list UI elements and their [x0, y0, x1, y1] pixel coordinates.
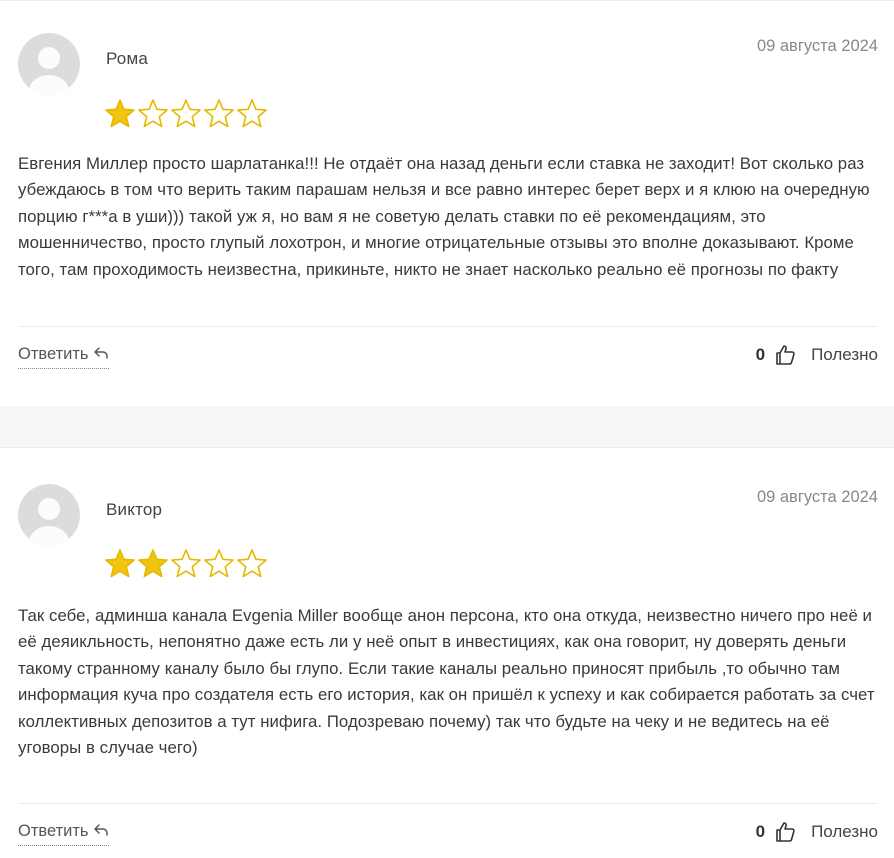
user-placeholder-icon	[29, 47, 69, 95]
avatar	[18, 33, 80, 95]
star-empty-icon	[170, 98, 202, 128]
star-filled-icon	[104, 548, 136, 578]
star-filled-icon	[104, 98, 136, 128]
helpful-count: 0	[755, 822, 766, 841]
thumbs-up-icon[interactable]	[773, 343, 797, 367]
star-empty-icon	[236, 548, 268, 578]
helpful-button[interactable]: Полезно	[811, 822, 878, 842]
star-empty-icon	[137, 98, 169, 128]
reply-arrow-icon	[93, 823, 109, 842]
reply-label: Ответить	[18, 822, 89, 840]
helpful-block: 0 Полезно	[756, 342, 878, 368]
divider	[18, 803, 878, 804]
helpful-block: 0 Полезно	[756, 819, 878, 845]
star-empty-icon	[203, 548, 235, 578]
star-empty-icon	[203, 98, 235, 128]
review-card: Виктор 09 августа 2024 Так себе, админша…	[0, 447, 894, 858]
review-text: Евгения Миллер просто шарлатанка!!! Не о…	[18, 154, 870, 279]
helpful-count: 0	[755, 345, 766, 364]
helpful-button[interactable]: Полезно	[811, 345, 878, 365]
star-empty-icon	[236, 98, 268, 128]
reply-label: Ответить	[18, 345, 89, 363]
thumbs-up-icon[interactable]	[773, 820, 797, 844]
star-empty-icon	[170, 548, 202, 578]
reply-button[interactable]: Ответить	[18, 822, 109, 846]
divider	[18, 326, 878, 327]
review-card: Рома 09 августа 2024 Евгения Миллер прос…	[0, 0, 894, 406]
user-placeholder-icon	[29, 498, 69, 546]
avatar	[18, 484, 80, 546]
reply-arrow-icon	[93, 346, 109, 365]
review-date: 09 августа 2024	[756, 488, 878, 506]
review-date: 09 августа 2024	[756, 37, 878, 55]
review-author: Рома	[106, 49, 148, 68]
review-text: Так себе, админша канала Evgenia Miller …	[18, 606, 875, 758]
star-rating	[104, 98, 269, 128]
star-rating	[104, 548, 269, 578]
star-filled-icon	[137, 548, 169, 578]
reply-button[interactable]: Ответить	[18, 345, 109, 369]
review-author: Виктор	[106, 500, 163, 519]
